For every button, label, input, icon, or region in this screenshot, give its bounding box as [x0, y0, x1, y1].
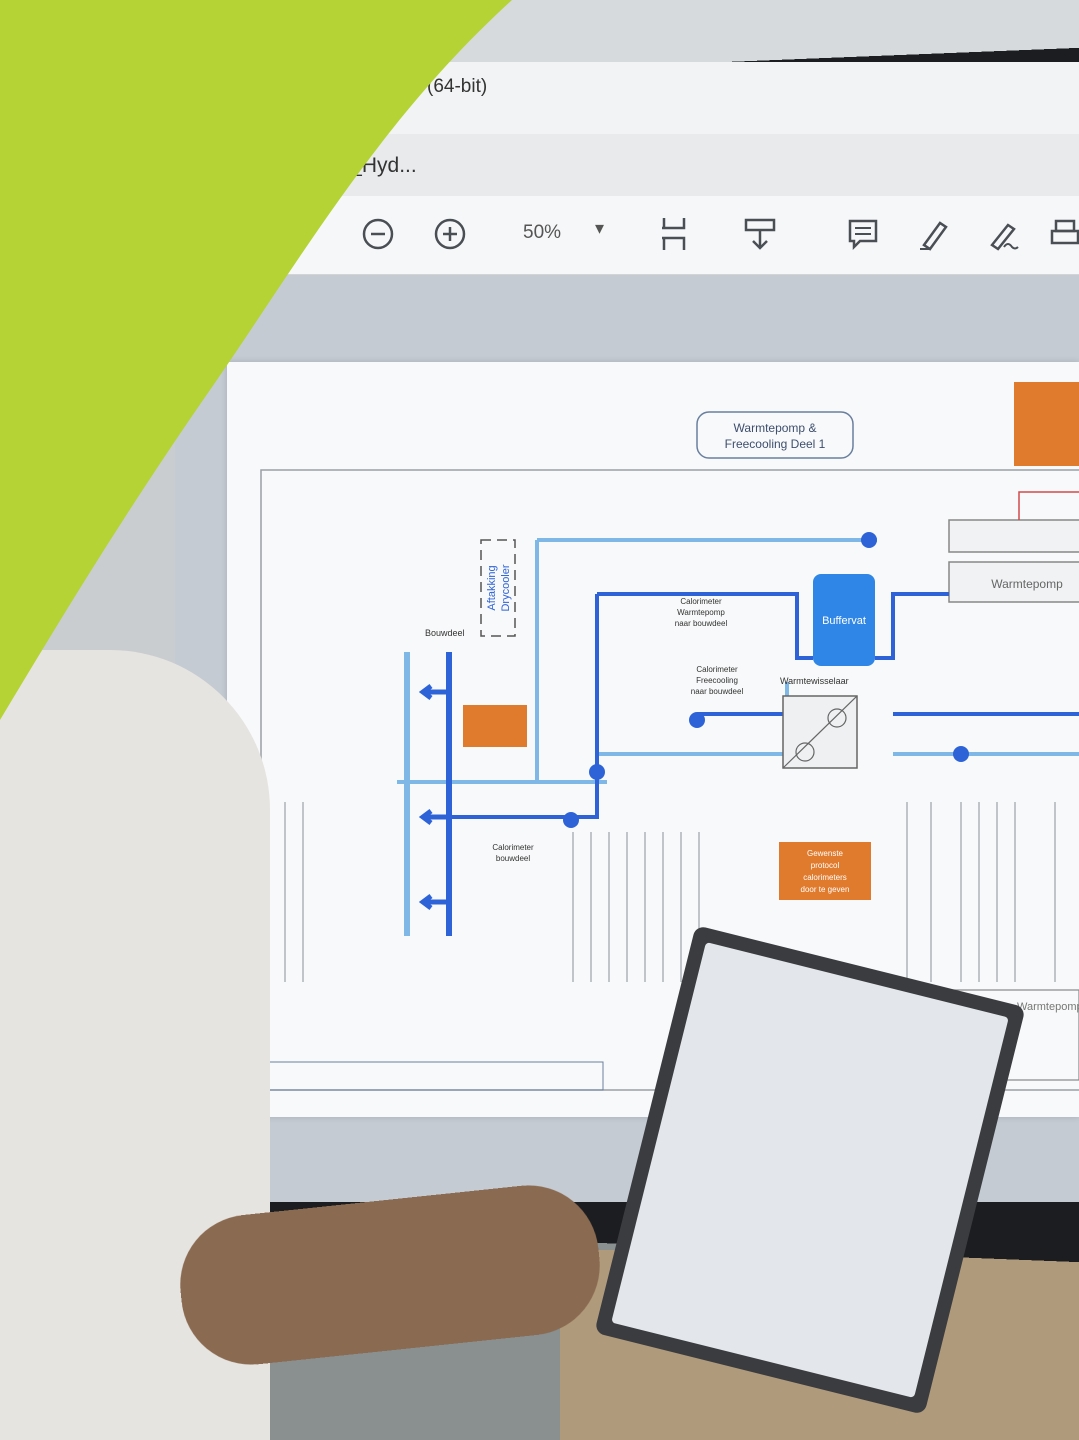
zoom-level[interactable]: 50% [523, 222, 561, 244]
download-icon[interactable] [740, 214, 780, 254]
sign-icon[interactable] [983, 214, 1023, 254]
svg-text:door te geven: door te geven [801, 885, 850, 894]
svg-text:naar bouwdeel: naar bouwdeel [675, 619, 728, 628]
chevron-down-icon[interactable]: ▾ [595, 218, 604, 239]
svg-text:Calorimeter: Calorimeter [680, 597, 722, 606]
orange-notes-box [1014, 382, 1079, 466]
svg-text:Warmtepomp: Warmtepomp [677, 608, 725, 617]
print-icon[interactable] [1045, 214, 1079, 254]
svg-text:Freecooling: Freecooling [696, 676, 738, 685]
pdf-toolbar: 50% ▾ [175, 196, 1079, 275]
hand-icon[interactable] [283, 214, 323, 254]
heatpump-label: Warmtepomp [991, 577, 1063, 591]
buffer-tank-label: Buffervat [822, 615, 866, 627]
fit-page-icon[interactable] [655, 214, 695, 254]
svg-text:naar bouwdeel: naar bouwdeel [691, 687, 744, 696]
diagram-title-box [696, 411, 854, 459]
heatpump-upper-box [948, 519, 1079, 553]
document-tabbar: C_Hyd... [175, 134, 1079, 196]
svg-text:protocol: protocol [811, 861, 840, 870]
svg-text:Warmtepomp: Warmtepomp [1017, 1001, 1079, 1013]
document-tab[interactable]: C_Hyd... [335, 154, 417, 178]
svg-text:calorimeters: calorimeters [803, 873, 847, 882]
diagram-title-line2: Freecooling Deel 1 [725, 437, 826, 451]
svg-text:Gewenste: Gewenste [807, 849, 844, 858]
comment-icon[interactable] [843, 214, 883, 254]
window-title: (64-bit) [427, 76, 488, 97]
group-label: Bouwdeel [425, 628, 465, 638]
svg-text:Calorimeter: Calorimeter [696, 665, 738, 674]
drycooler-label-2: Drycooler [500, 564, 512, 611]
disclaimer-box [250, 1061, 604, 1091]
heat-exchanger-label: Warmtewisselaar [780, 676, 849, 686]
window-titlebar: (64-bit) [175, 62, 1079, 135]
zoom-out-icon[interactable] [358, 214, 398, 254]
highlight-icon[interactable] [913, 214, 953, 254]
orange-small-note [463, 705, 527, 747]
drycooler-label-1: Aftakking [486, 565, 498, 610]
svg-text:Calorimeter: Calorimeter [492, 843, 534, 852]
diagram-title-line1: Warmtepomp & [734, 421, 817, 435]
svg-text:bouwdeel: bouwdeel [496, 854, 530, 863]
zoom-in-icon[interactable] [430, 214, 470, 254]
